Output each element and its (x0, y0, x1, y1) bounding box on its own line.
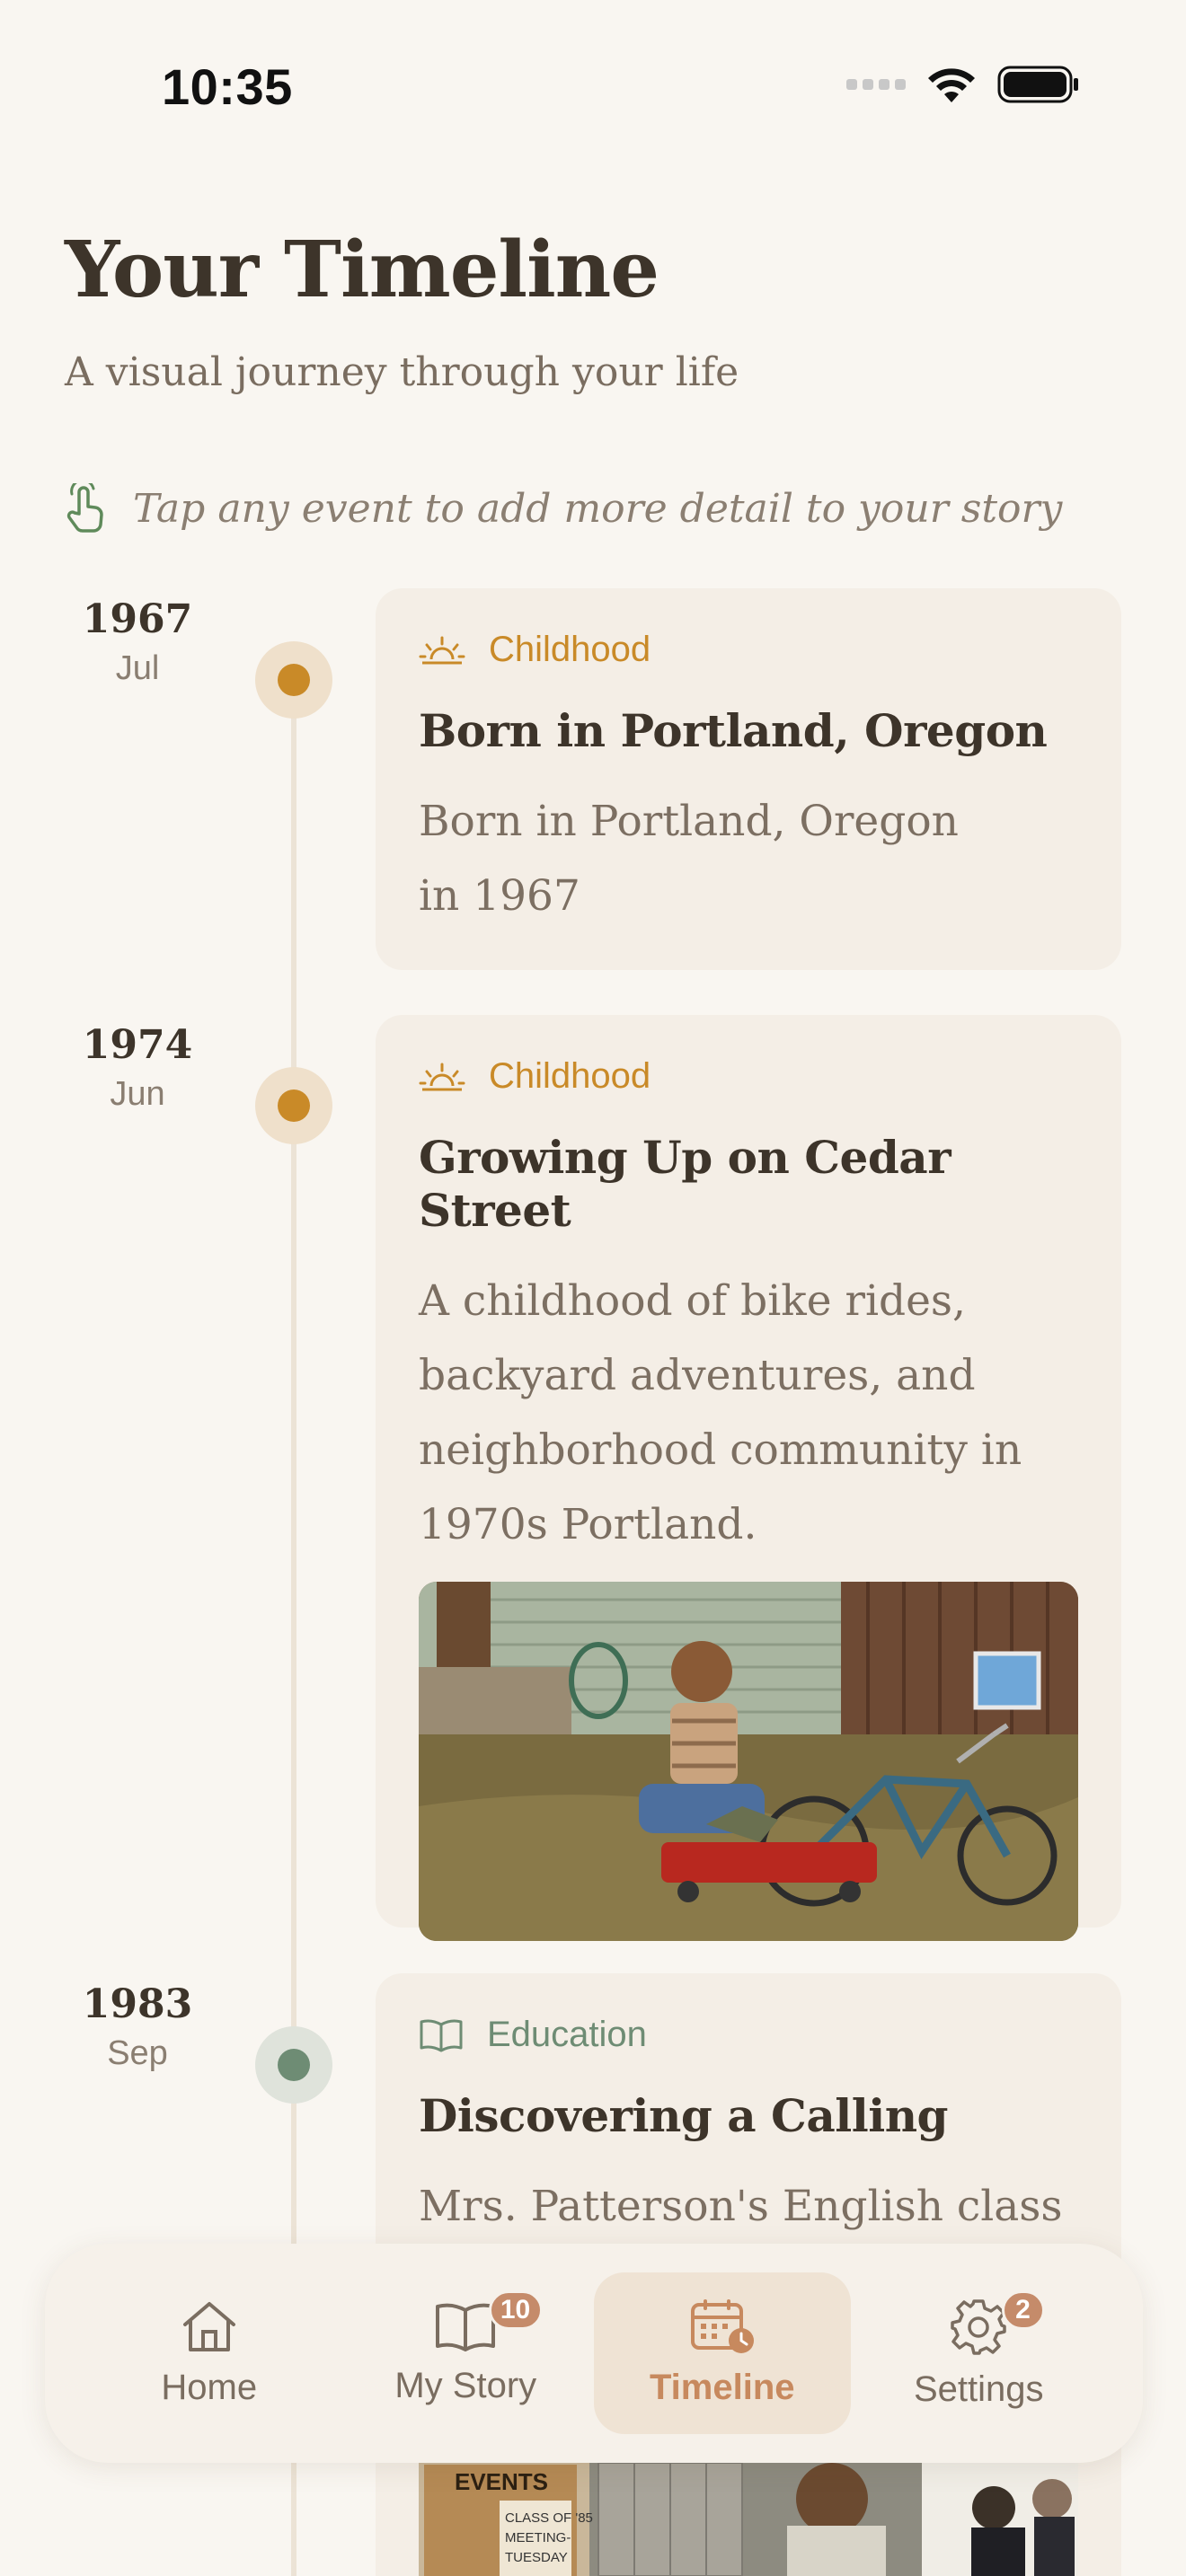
house-icon (182, 2301, 235, 2351)
event-photo[interactable] (419, 1582, 1078, 1941)
battery-icon (997, 66, 1078, 103)
timeline-event-card[interactable]: Childhood Growing Up on Cedar Street A c… (376, 1015, 1121, 1941)
entry-month: Jun (110, 1075, 165, 1113)
description-line: Mrs. Patterson's English class (419, 2182, 1063, 2231)
tap-hint: Tap any event to add more detail to your… (65, 483, 1062, 534)
description-line: 1970s Portland. (419, 1500, 757, 1549)
timeline-marker (255, 2026, 332, 2104)
category-text: Childhood (489, 1056, 651, 1096)
event-description: Born in Portland, Oregon in 1967 (419, 784, 1078, 933)
status-bar: 10:35 (0, 0, 1186, 171)
cellular-signal-icon (846, 79, 906, 90)
event-title: Growing Up on Cedar Street (419, 1131, 951, 1237)
sunrise-icon (419, 1063, 465, 1090)
event-description: A childhood of bike rides, backyard adve… (419, 1264, 1078, 1562)
notification-badge: 10 (488, 2290, 543, 2330)
bulletin-text: TUESDAY (505, 2550, 568, 2565)
entry-year: 1967 (82, 596, 193, 642)
entry-year: 1974 (82, 1022, 193, 1068)
open-book-icon (420, 2019, 463, 2051)
page-header: Your Timeline A visual journey through y… (65, 225, 739, 395)
tap-hint-text: Tap any event to add more detail to your… (133, 485, 1063, 532)
bulletin-text: CLASS OF '85 (505, 2510, 593, 2526)
description-line: A childhood of bike rides, (419, 1276, 966, 1326)
event-photo[interactable]: EVENTS CLASS OF '85 MEETING- TUESDAY (419, 2463, 1078, 2576)
timeline-marker (255, 641, 332, 719)
gear-icon (951, 2298, 1006, 2355)
tab-home[interactable]: Home (81, 2272, 338, 2434)
description-line: backyard adventures, and (419, 1351, 976, 1400)
description-line: neighborhood community in (419, 1425, 1022, 1475)
event-description: Mrs. Patterson's English class (419, 2169, 1078, 2244)
wifi-icon (928, 68, 975, 102)
calendar-clock-icon (690, 2298, 754, 2353)
tab-my-story[interactable]: 10 My Story (338, 2272, 595, 2434)
book-icon (436, 2303, 496, 2351)
tab-settings[interactable]: 2 Settings (851, 2272, 1108, 2434)
entry-date: 1974 Jun (61, 1022, 214, 1114)
bulletin-text: EVENTS (455, 2468, 548, 2495)
status-time: 10:35 (162, 58, 293, 115)
category-label: Education (419, 2015, 1078, 2055)
event-title: Discovering a Calling (419, 2089, 949, 2142)
entry-month: Jul (115, 649, 160, 687)
page-title: Your Timeline (65, 225, 659, 315)
notification-badge: 2 (1001, 2290, 1045, 2330)
page-subtitle: A visual journey through your life (65, 349, 739, 395)
status-icons (846, 65, 1080, 104)
bottom-tab-bar: Home 10 My Story Timeline 2 Settings (45, 2244, 1143, 2463)
sunrise-icon (419, 636, 465, 664)
entry-month: Sep (107, 2034, 168, 2072)
event-title: Born in Portland, Oregon (419, 704, 1048, 757)
tap-hand-icon (66, 483, 103, 533)
description-line: Born in Portland, Oregon (419, 797, 959, 846)
tab-timeline[interactable]: Timeline (594, 2272, 851, 2434)
entry-date: 1967 Jul (61, 596, 214, 688)
category-label: Childhood (419, 630, 1078, 670)
tab-label: Home (161, 2367, 258, 2407)
entry-date: 1983 Sep (61, 1981, 214, 2073)
bulletin-text: MEETING- (505, 2530, 571, 2545)
timeline-marker (255, 1067, 332, 1144)
category-text: Education (487, 2015, 647, 2054)
entry-year: 1983 (82, 1981, 193, 2027)
tab-label: Settings (913, 2369, 1044, 2409)
description-line: in 1967 (419, 871, 580, 921)
tab-label: My Story (394, 2365, 537, 2405)
category-label: Childhood (419, 1056, 1078, 1097)
timeline-event-card[interactable]: Childhood Born in Portland, Oregon Born … (376, 588, 1121, 970)
tab-label: Timeline (649, 2367, 795, 2407)
category-text: Childhood (489, 630, 651, 669)
